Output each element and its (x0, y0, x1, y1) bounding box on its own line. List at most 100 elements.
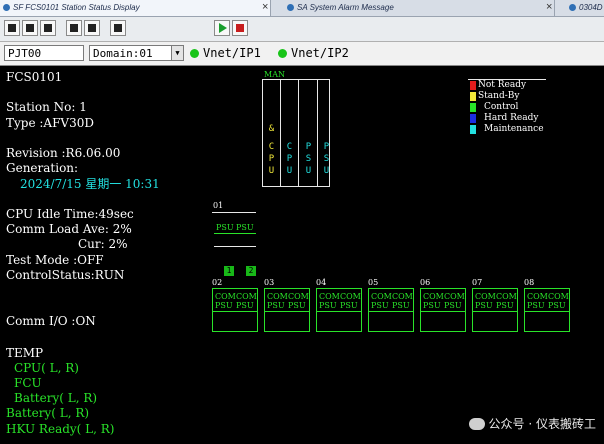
legend-label: Control (484, 102, 519, 112)
status-led-icon (190, 49, 199, 58)
node-divider (524, 311, 570, 312)
temp-title: TEMP (6, 346, 44, 360)
tab-icon (287, 4, 294, 11)
node-label: 02 (212, 278, 223, 287)
close-icon[interactable]: × (546, 0, 552, 15)
temp-item: Battery( L, R) (6, 406, 90, 420)
node-com: COM (371, 292, 392, 301)
man-col1-p: P (268, 154, 275, 164)
man-col4-u: U (323, 166, 330, 176)
node-label: 03 (264, 278, 275, 287)
cpu-idle-time: CPU Idle Time:49sec (6, 207, 134, 221)
copy-icon[interactable] (40, 20, 56, 36)
fcs-name: FCS0101 (6, 70, 63, 84)
temp-item: CPU( L, R) (14, 361, 79, 375)
list-icon[interactable] (84, 20, 100, 36)
man-col2-c: C (286, 142, 293, 152)
chevron-down-icon[interactable]: ▼ (171, 46, 183, 60)
man-col2-u: U (286, 166, 293, 176)
node-label: 05 (368, 278, 379, 287)
vnet2-status: Vnet/IP2 (278, 45, 349, 61)
test-mode: Test Mode :OFF (6, 253, 104, 267)
tab-label: 0304D (579, 3, 603, 12)
comm-load-ave: Comm Load Ave: 2% (6, 222, 132, 236)
node-divider (420, 311, 466, 312)
man-col1-u: U (268, 166, 275, 176)
node-psu: PSU (475, 301, 493, 310)
node-psu: PSU (423, 301, 441, 310)
domain-value: Domain:01 (93, 47, 153, 60)
legend-swatch (470, 103, 476, 112)
tab-label: SA System Alarm Message (297, 3, 394, 12)
node-psu: PSU (215, 301, 233, 310)
node-divider (212, 311, 258, 312)
node-psu: PSU (371, 301, 389, 310)
node-psu: PSU (267, 301, 285, 310)
window-icon[interactable] (22, 20, 38, 36)
run-icon[interactable] (214, 20, 230, 36)
station-icon[interactable] (66, 20, 82, 36)
tab-third[interactable]: 0304D (566, 0, 604, 16)
node-com: COM (340, 292, 361, 301)
temp-item: HKU Ready( L, R) (6, 422, 115, 436)
node-com: COM (496, 292, 517, 301)
node-com: COM (215, 292, 236, 301)
node-com: COM (236, 292, 257, 301)
stop-icon[interactable] (232, 20, 248, 36)
tab-station-status[interactable]: SF FCS0101 Station Status Display (0, 0, 271, 16)
node-com: COM (527, 292, 548, 301)
node-com: COM (267, 292, 288, 301)
man-col3-s: S (305, 154, 312, 164)
station-bar: PJT00 Domain:01 ▼ Vnet/IP1 Vnet/IP2 (0, 42, 604, 66)
node-psu: PSU (444, 301, 462, 310)
man-col3-u: U (305, 166, 312, 176)
status-led-icon (278, 49, 287, 58)
generation-value: 2024/7/15 星期一 10:31 (20, 177, 160, 191)
legend-label: Not Ready (478, 80, 527, 90)
node01-psu: PSU (236, 223, 254, 232)
node-com: COM (548, 292, 569, 301)
node-com: COM (319, 292, 340, 301)
temp-item: Battery( L, R) (14, 391, 98, 405)
tab-icon (3, 4, 10, 11)
station-no: Station No: 1 (6, 100, 87, 114)
vnet1-status: Vnet/IP1 (190, 45, 261, 61)
node-psu: PSU (496, 301, 514, 310)
control-status: ControlStatus:RUN (6, 268, 125, 282)
domain-select[interactable]: Domain:01 ▼ (89, 45, 184, 61)
station-type: Type :AFV30D (6, 116, 94, 130)
tab-system-alarm[interactable]: SA System Alarm Message (284, 0, 555, 16)
grid-icon[interactable] (110, 20, 126, 36)
watermark: 公众号 · 仪表搬砖工 (468, 415, 596, 432)
comm-load-cur: Cur: 2% (78, 237, 128, 251)
man-col4-s: S (323, 154, 330, 164)
node-psu: PSU (319, 301, 337, 310)
indicator-2[interactable]: 2 (246, 266, 256, 276)
close-icon[interactable]: × (262, 0, 268, 15)
node-divider (316, 311, 362, 312)
node-com: COM (288, 292, 309, 301)
man-col2-p: P (286, 154, 293, 164)
watermark-text: 公众号 · 仪表搬砖工 (488, 417, 596, 431)
project-field[interactable]: PJT00 (4, 45, 84, 61)
print-icon[interactable] (4, 20, 20, 36)
indicator-1[interactable]: 1 (224, 266, 234, 276)
legend-swatch (470, 125, 476, 134)
node-divider (368, 311, 414, 312)
node-label: 07 (472, 278, 483, 287)
node-com: COM (392, 292, 413, 301)
legend-swatch (470, 81, 476, 90)
node-com: COM (423, 292, 444, 301)
node-divider (264, 311, 310, 312)
legend-label: Hard Ready (484, 113, 539, 123)
tab-label: SF FCS0101 Station Status Display (13, 3, 140, 12)
legend-label: Maintenance (484, 124, 544, 134)
vnet1-label: Vnet/IP1 (203, 46, 261, 60)
wechat-icon (468, 418, 485, 430)
station-status-panel: FCS0101 Station No: 1 Type :AFV30D Revis… (0, 66, 604, 444)
node01-label: 01 (213, 201, 224, 210)
tab-icon (569, 4, 576, 11)
legend-swatch (470, 92, 476, 101)
node-psu: PSU (527, 301, 545, 310)
node01-psu: PSU (216, 223, 234, 232)
